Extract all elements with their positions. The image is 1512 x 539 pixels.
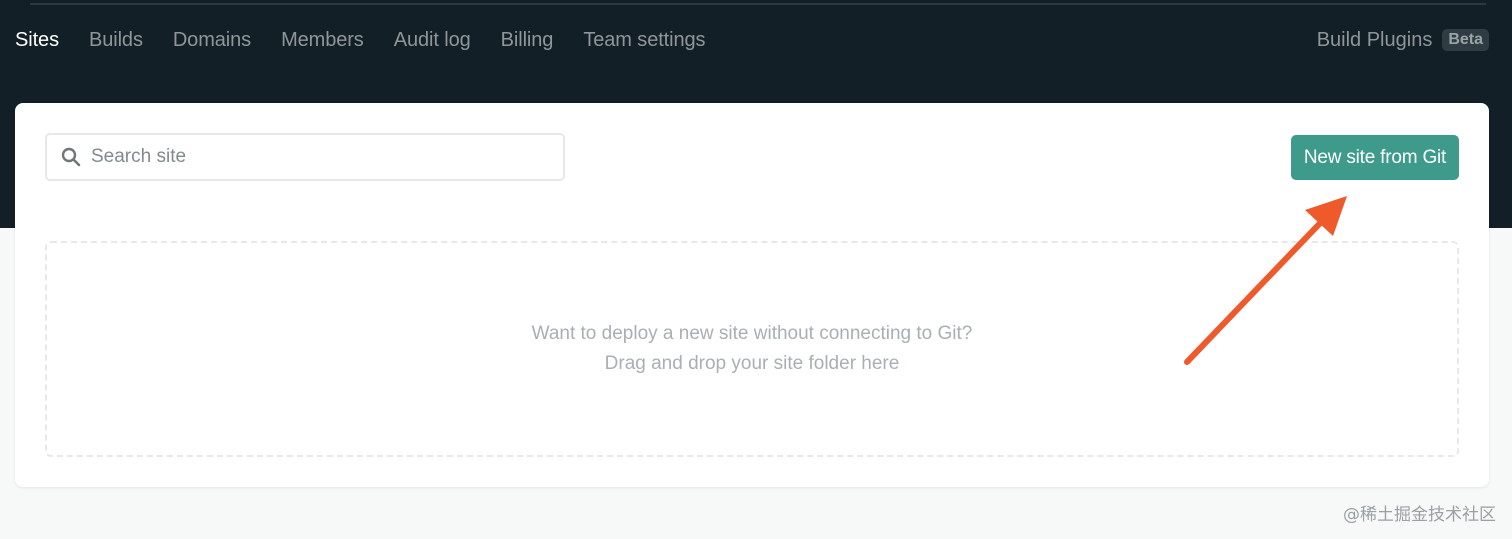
search-icon (51, 135, 91, 179)
watermark: @稀土掘金技术社区 (1343, 505, 1496, 525)
beta-badge: Beta (1442, 29, 1489, 51)
dropzone-line-1: Want to deploy a new site without connec… (531, 323, 973, 344)
search-box[interactable] (45, 133, 565, 181)
nav-item-audit-log[interactable]: Audit log (394, 29, 471, 52)
nav-item-team-settings[interactable]: Team settings (583, 29, 705, 52)
build-plugins-label[interactable]: Build Plugins (1317, 29, 1433, 52)
drag-drop-zone[interactable]: Want to deploy a new site without connec… (45, 241, 1459, 457)
sites-card: New site from Git Want to deploy a new s… (15, 103, 1489, 487)
nav-item-billing[interactable]: Billing (501, 29, 554, 52)
team-nav: Sites Builds Domains Members Audit log B… (15, 24, 735, 56)
header-divider (30, 3, 1486, 5)
nav-item-builds[interactable]: Builds (89, 29, 143, 52)
build-plugins-link[interactable]: Build Plugins Beta (1317, 26, 1489, 54)
new-site-from-git-button[interactable]: New site from Git (1291, 135, 1459, 180)
search-input[interactable] (91, 146, 551, 168)
nav-item-sites[interactable]: Sites (15, 29, 59, 52)
nav-item-members[interactable]: Members (281, 29, 364, 52)
dropzone-line-2: Drag and drop your site folder here (604, 353, 900, 374)
nav-item-domains[interactable]: Domains (173, 29, 251, 52)
